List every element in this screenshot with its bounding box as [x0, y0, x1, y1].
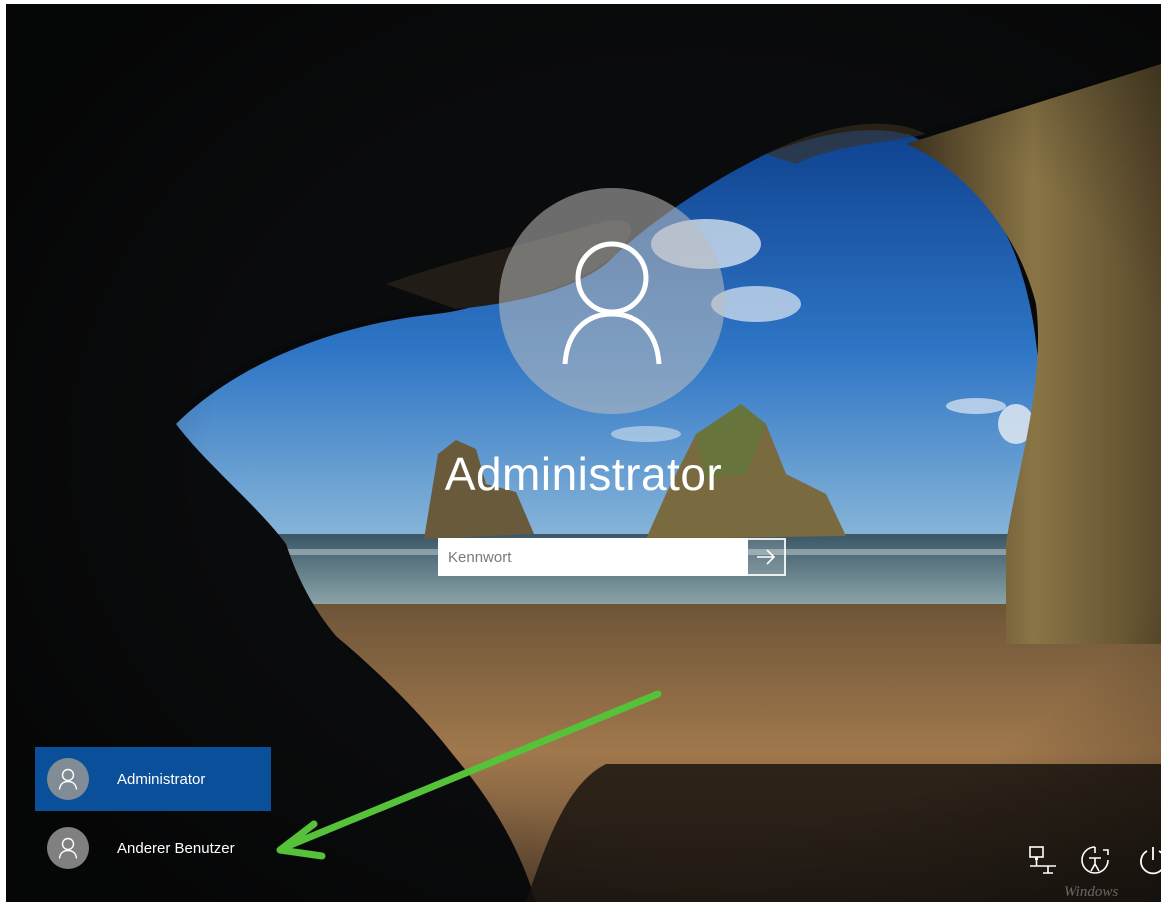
- password-box: [438, 538, 786, 576]
- lock-screen: Administrator Administrator Anderer Benu…: [6, 4, 1161, 902]
- user-icon: [562, 241, 662, 365]
- user-list-item-label: Anderer Benutzer: [117, 839, 235, 857]
- user-list-item-administrator[interactable]: Administrator: [35, 747, 271, 811]
- arrow-right-icon: [757, 549, 776, 565]
- avatar: [47, 827, 89, 869]
- user-name-title: Administrator: [444, 448, 723, 500]
- submit-button[interactable]: [748, 538, 786, 576]
- user-list-item-label: Administrator: [117, 770, 206, 788]
- network-icon[interactable]: [1024, 841, 1062, 879]
- user-avatar-large: [499, 188, 725, 414]
- user-icon: [58, 837, 78, 859]
- avatar: [47, 758, 89, 800]
- user-list-item-other-user[interactable]: Anderer Benutzer: [35, 816, 271, 880]
- power-icon[interactable]: [1134, 841, 1161, 879]
- user-icon: [58, 768, 78, 790]
- windows-watermark: Windows: [1064, 884, 1119, 900]
- ease-of-access-icon[interactable]: [1076, 841, 1114, 879]
- password-input[interactable]: [438, 538, 748, 576]
